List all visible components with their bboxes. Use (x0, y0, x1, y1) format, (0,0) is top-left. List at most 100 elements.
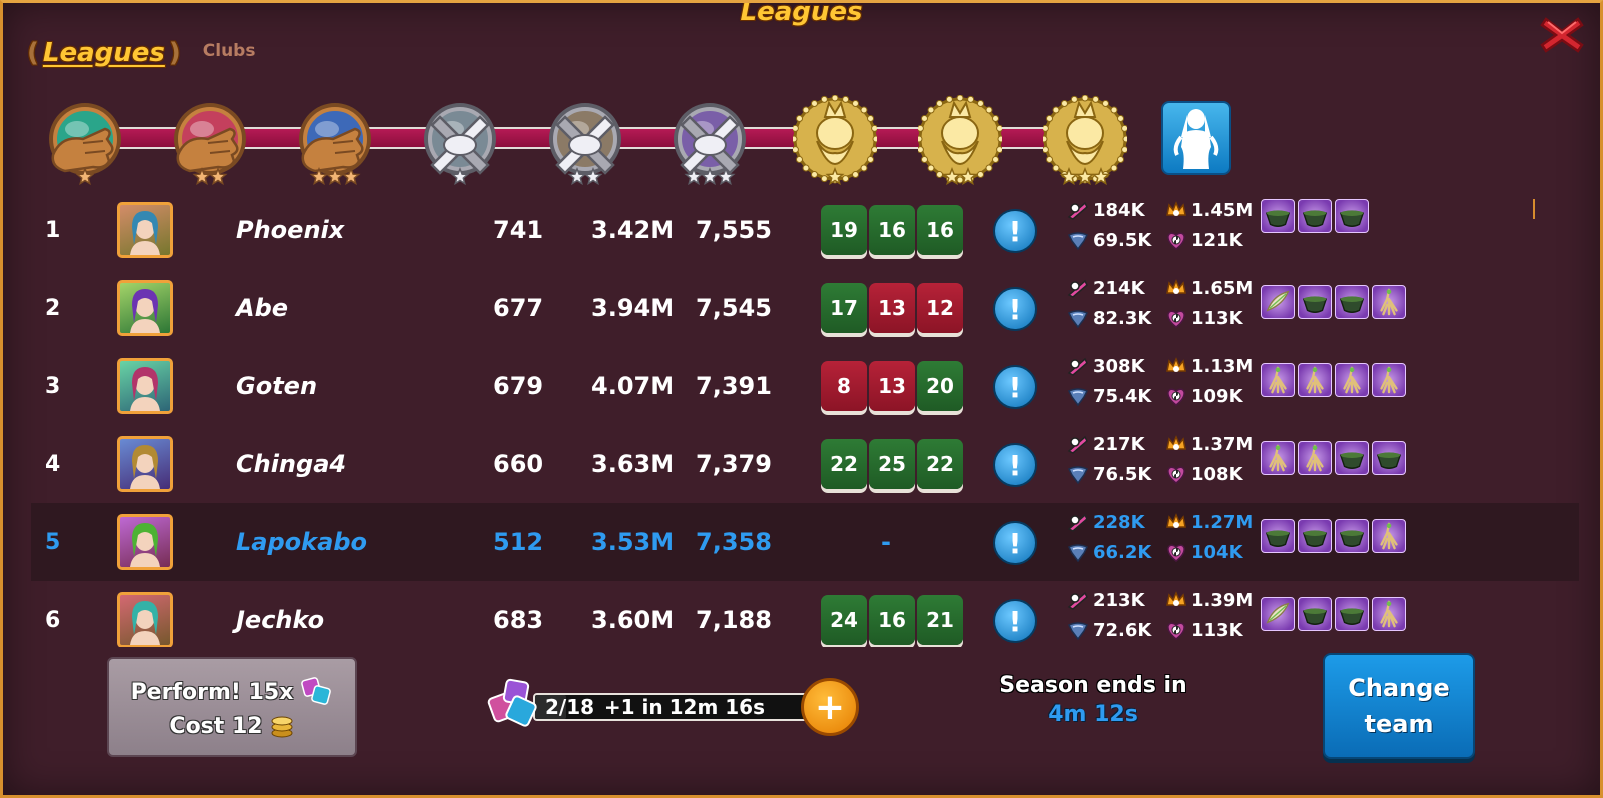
fight-result-win[interactable]: 22 (821, 439, 867, 489)
fight-result-loss[interactable]: 8 (821, 361, 867, 411)
rank-number: 2 (45, 295, 61, 321)
stat-harmony-value: 1.45M (1191, 199, 1254, 221)
tier-silver-2-emblem[interactable] (543, 95, 627, 191)
booster-root-icon[interactable] (1372, 597, 1406, 631)
booster-slots (1261, 277, 1406, 327)
booster-bowl-icon[interactable] (1335, 597, 1369, 631)
rank-number: 5 (45, 529, 61, 555)
booster-bowl-icon[interactable] (1298, 285, 1332, 319)
booster-root-icon[interactable] (1298, 441, 1332, 475)
booster-bowl-icon[interactable] (1335, 285, 1369, 319)
fight-result-loss[interactable]: 13 (869, 283, 915, 333)
booster-herb-icon[interactable] (1261, 285, 1295, 319)
player-avatar[interactable] (117, 280, 173, 336)
booster-bowl-icon[interactable] (1335, 519, 1369, 553)
player-points: 7,358 (696, 528, 772, 556)
player-info-button[interactable]: ! (993, 209, 1037, 253)
player-info-button[interactable]: ! (993, 443, 1037, 487)
fight-result-win[interactable]: 24 (821, 595, 867, 645)
ego-icon (1067, 355, 1089, 377)
player-info-button[interactable]: ! (993, 365, 1037, 409)
stat-ego-value: 184K (1093, 199, 1145, 221)
player-info-button[interactable]: ! (993, 287, 1037, 331)
booster-root-icon[interactable] (1261, 441, 1295, 475)
tier-gold-2-emblem[interactable] (915, 94, 1005, 191)
tier-gold-3-emblem[interactable] (1040, 94, 1130, 191)
booster-bowl-icon[interactable] (1298, 597, 1332, 631)
booster-root-icon[interactable] (1335, 363, 1369, 397)
booster-bowl-icon[interactable] (1298, 519, 1332, 553)
country-flag-ru (193, 454, 223, 476)
fight-result-win[interactable]: 19 (821, 205, 867, 255)
fight-result-win[interactable]: 16 (917, 205, 963, 255)
chance-icon (1165, 307, 1187, 329)
table-row[interactable]: 4 Chinga4 660 3.63M 7,379 22 25 22! 217K 1.37M 76.… (31, 425, 1579, 503)
chance-icon (1165, 385, 1187, 407)
player-info-button[interactable]: ! (993, 521, 1037, 565)
booster-root-icon[interactable] (1261, 363, 1295, 397)
fight-result-win[interactable]: 16 (869, 205, 915, 255)
tier-wood-2-emblem[interactable] (168, 95, 252, 191)
harmony-icon (1165, 355, 1187, 377)
refill-energy-button[interactable]: + (801, 678, 859, 736)
bronze-fist-icon (49, 103, 121, 186)
fight-result-win[interactable]: 22 (917, 439, 963, 489)
booster-bowl-icon[interactable] (1298, 199, 1332, 233)
player-power: 3.42M (591, 216, 675, 244)
team-girl-button[interactable] (1161, 101, 1231, 175)
tier-wood-3-emblem[interactable] (293, 95, 377, 191)
booster-bowl-icon[interactable] (1261, 519, 1295, 553)
fight-result-win[interactable]: 16 (869, 595, 915, 645)
player-name[interactable]: Goten (236, 347, 317, 425)
player-power: 3.60M (591, 606, 675, 634)
fight-result-loss[interactable]: 12 (917, 283, 963, 333)
league-tier-track (43, 94, 1243, 191)
season-timer: Season ends in 4m 12s (993, 673, 1193, 727)
table-row[interactable]: 1 Phoenix 741 3.42M 7,555 19 16 16! 184K 1.45M 69.… (31, 191, 1579, 269)
change-team-button[interactable]: Change team (1323, 653, 1475, 759)
player-name[interactable]: Phoenix (236, 191, 344, 269)
player-avatar[interactable] (117, 514, 173, 570)
fight-result-win[interactable]: 21 (917, 595, 963, 645)
perform-button[interactable]: Perform! 15x Cost 12 (107, 657, 357, 757)
player-name[interactable]: Lapokabo (236, 503, 367, 581)
fight-result-win[interactable]: 25 (869, 439, 915, 489)
player-avatar[interactable] (117, 358, 173, 414)
booster-bowl-icon[interactable] (1335, 441, 1369, 475)
booster-bowl-icon[interactable] (1372, 441, 1406, 475)
tab-clubs[interactable]: Clubs (203, 41, 256, 61)
player-name[interactable]: Chinga4 (236, 425, 346, 503)
booster-root-icon[interactable] (1298, 363, 1332, 397)
player-name[interactable]: Abe (236, 269, 288, 347)
player-info-button[interactable]: ! (993, 599, 1037, 643)
booster-bowl-icon[interactable] (1261, 199, 1295, 233)
table-row[interactable]: 2 Abe 677 3.94M 7,545 17 13 12! 214K 1.65M 82.3K 11… (31, 269, 1579, 347)
avatar-portrait-icon (130, 601, 160, 645)
rank-number: 1 (45, 217, 61, 243)
fight-result-win[interactable]: 20 (917, 361, 963, 411)
booster-bowl-icon[interactable] (1335, 199, 1369, 233)
tier-wood-1-emblem[interactable] (43, 95, 127, 191)
fight-result-loss[interactable]: 13 (869, 361, 915, 411)
player-avatar[interactable] (117, 436, 173, 492)
tier-gold-1-emblem[interactable] (790, 94, 880, 191)
player-name[interactable]: Jechko (236, 581, 324, 647)
table-row-current-player[interactable]: 5 Lapokabo 512 3.53M 7,358 -! 228K 1.27M 66.2K 10… (31, 503, 1579, 581)
booster-root-icon[interactable] (1372, 285, 1406, 319)
table-row[interactable]: 3 Goten 679 4.07M 7,391 8 13 20! 308K 1.13M 75.4K 1… (31, 347, 1579, 425)
booster-root-icon[interactable] (1372, 519, 1406, 553)
tier-silver-1-emblem[interactable] (418, 95, 502, 191)
booster-slots (1261, 433, 1406, 483)
fight-result-win[interactable]: 17 (821, 283, 867, 333)
country-flag-fr (193, 220, 223, 242)
tab-leagues[interactable]: ( Leagues ) (27, 38, 181, 68)
booster-herb-icon[interactable] (1261, 597, 1295, 631)
tier-silver-3-emblem[interactable] (668, 95, 752, 191)
coin-stack-icon (271, 716, 293, 738)
table-row[interactable]: 6 Jechko 683 3.60M 7,188 24 16 21! 213K 1.39M 72.6… (31, 581, 1579, 647)
player-avatar[interactable] (117, 202, 173, 258)
player-avatar[interactable] (117, 592, 173, 647)
booster-root-icon[interactable] (1372, 363, 1406, 397)
close-button[interactable] (1538, 13, 1586, 57)
leaderboard-table[interactable]: 1 Phoenix 741 3.42M 7,555 19 16 16! 184K 1.45M 69.… (31, 191, 1579, 647)
